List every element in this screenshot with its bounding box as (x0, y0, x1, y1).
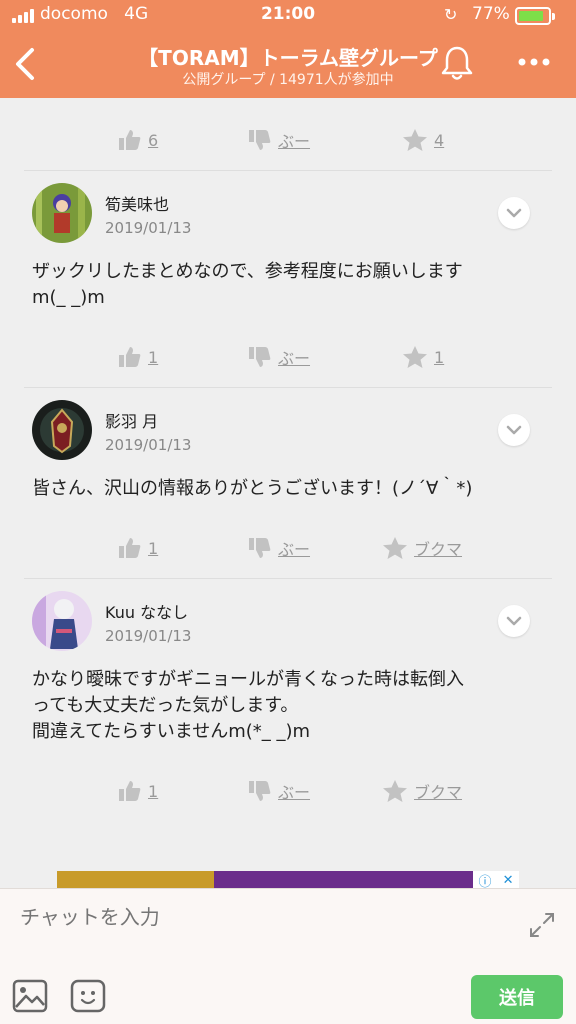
bookmark-button[interactable]: ブクマ (382, 771, 462, 811)
group-title: 【TORAM】トーラム壁グループ (138, 46, 438, 70)
post-actions: 1 ぶー ブクマ (0, 528, 576, 568)
star-icon (403, 129, 427, 151)
avatar[interactable] (32, 591, 92, 651)
status-bar: docomo 4G 21:00 ↻ 77% (0, 0, 576, 30)
favorite-button[interactable]: 4 (402, 120, 444, 160)
ad-image (57, 871, 214, 888)
chevron-down-icon (506, 425, 522, 435)
thumbs-down-icon (249, 347, 271, 367)
like-button[interactable]: 1 (118, 771, 158, 811)
avatar[interactable] (32, 183, 92, 243)
boo-button[interactable]: ぶー (248, 120, 310, 160)
info-icon[interactable]: ⓘ (479, 871, 492, 889)
more-dots-icon (518, 58, 550, 66)
battery-percent: 77% (472, 4, 510, 24)
post-menu-button[interactable] (498, 605, 530, 637)
post-body: ザックリしたまとめなので、参考程度にお願いします m(_ _)m (32, 261, 463, 308)
chat-input[interactable] (20, 905, 500, 929)
chevron-down-icon (506, 616, 522, 626)
post-actions: 6 ぶー 4 (0, 120, 576, 160)
star-icon (383, 537, 407, 559)
star-icon (403, 346, 427, 368)
chevron-down-icon (506, 208, 522, 218)
group-subtitle: 公開グループ / 14971人が参加中 (182, 72, 394, 88)
bell-icon (441, 46, 473, 80)
chat-post: Kuu ななし 2019/01/13 かなり曖昧ですがギニョールが青くなった時は… (24, 578, 552, 828)
emoji-icon (70, 979, 106, 1013)
like-button[interactable]: 1 (118, 528, 158, 568)
thumbs-up-icon (119, 538, 141, 558)
chat-input-bar: 送信 (0, 888, 576, 1024)
thumbs-up-icon (119, 347, 141, 367)
boo-button[interactable]: ぶー (248, 528, 310, 568)
more-menu-button[interactable] (514, 50, 554, 74)
like-button[interactable]: 1 (118, 337, 158, 377)
post-author: 筍美味也 (105, 195, 170, 214)
expand-input-button[interactable] (528, 911, 556, 939)
rotation-lock-icon: ↻ (444, 5, 458, 24)
thumbs-up-icon (119, 130, 141, 150)
chat-post: 筍美味也 2019/01/13 ザックリしたまとめなので、参考程度にお願いします… (24, 170, 552, 386)
chat-post: 影羽 月 2019/01/13 皆さん、沢山の情報ありがとうございます！(ノ´∀… (24, 387, 552, 577)
post-body: 皆さん、沢山の情報ありがとうございます！(ノ´∀｀*) (32, 478, 473, 499)
boo-button[interactable]: ぶー (248, 337, 310, 377)
post-date: 2019/01/13 (105, 219, 192, 237)
image-icon (12, 979, 48, 1013)
chat-feed[interactable]: 6 ぶー 4 筍美味也 2019/01/13 ザックリしたまとめなので、参考程度… (0, 98, 576, 888)
ad-choices[interactable]: ⓘ ✕ (473, 871, 519, 888)
ad-banner[interactable]: ⓘ ✕ (57, 871, 519, 888)
post-date: 2019/01/13 (105, 436, 192, 454)
battery-icon (515, 7, 555, 25)
app-header: docomo 4G 21:00 ↻ 77% 【TORAM】トーラム壁グループ 公… (0, 0, 576, 98)
thumbs-up-icon (119, 781, 141, 801)
post-actions: 1 ぶー 1 (0, 337, 576, 377)
expand-arrows-icon (530, 913, 554, 937)
bookmark-button[interactable]: ブクマ (382, 528, 462, 568)
post-actions: 1 ぶー ブクマ (0, 771, 576, 811)
thumbs-down-icon (249, 130, 271, 150)
thumbs-down-icon (249, 781, 271, 801)
image-button[interactable] (12, 979, 48, 1013)
notification-button[interactable] (438, 44, 476, 82)
star-icon (383, 780, 407, 802)
avatar[interactable] (32, 400, 92, 460)
close-icon[interactable]: ✕ (503, 873, 514, 888)
stamp-button[interactable] (70, 979, 106, 1013)
post-menu-button[interactable] (498, 197, 530, 229)
send-button[interactable]: 送信 (471, 975, 563, 1019)
thumbs-down-icon (249, 538, 271, 558)
post-date: 2019/01/13 (105, 627, 192, 645)
post-menu-button[interactable] (498, 414, 530, 446)
post-author: 影羽 月 (105, 412, 159, 431)
like-button[interactable]: 6 (118, 120, 158, 160)
post-author: Kuu ななし (105, 603, 189, 622)
favorite-button[interactable]: 1 (402, 337, 444, 377)
post-body: かなり曖昧ですがギニョールが青くなった時は転倒入 っても大丈夫だった気がします。… (32, 669, 464, 742)
boo-button[interactable]: ぶー (248, 771, 310, 811)
